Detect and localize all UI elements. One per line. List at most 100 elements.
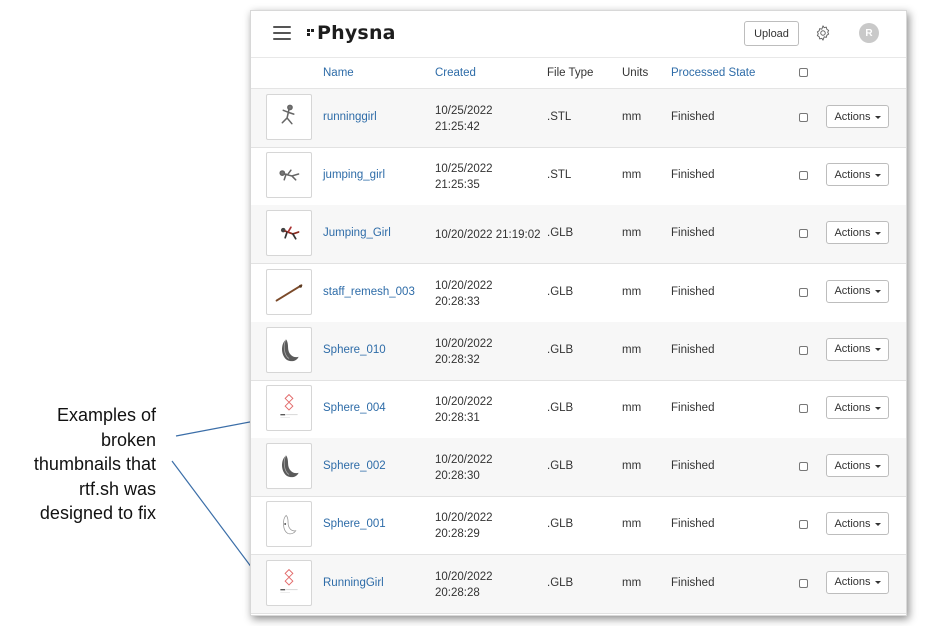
arrow-to-runninggirl: [171, 460, 262, 581]
row-checkbox[interactable]: [799, 520, 808, 530]
processed-state: Finished: [671, 518, 715, 531]
row-checkbox[interactable]: [799, 287, 808, 297]
model-name-link[interactable]: jumping_girl: [323, 169, 385, 181]
created-time: 20:28:32: [435, 353, 480, 366]
brand-name: Physna: [317, 22, 396, 44]
units: mm: [622, 111, 642, 123]
actions-label: Actions: [834, 576, 871, 589]
model-name-link[interactable]: RunningGirl: [323, 577, 384, 589]
actions-label: Actions: [834, 168, 871, 181]
table-row: jumping_girl 10/25/2022 21:25:35 .STL mm Fini…: [251, 147, 906, 207]
model-name-link[interactable]: Sphere_002: [323, 460, 386, 472]
created-timestamp: 10/20/2022 21:19:02: [435, 227, 541, 243]
created-time: 20:28:29: [435, 528, 480, 541]
annotation-line: thumbnails that: [33, 454, 156, 474]
actions-label: Actions: [834, 285, 871, 298]
actions-label: Actions: [834, 459, 871, 472]
model-name-link[interactable]: runninggirl: [323, 111, 377, 123]
physna-logo[interactable]: Physna: [307, 20, 396, 46]
units: mm: [622, 402, 642, 414]
actions-dropdown-button[interactable]: Actions: [826, 163, 889, 187]
user-avatar[interactable]: R: [859, 23, 879, 43]
column-header-processed-state[interactable]: Processed State: [671, 67, 755, 79]
model-name-link[interactable]: Jumping_Girl: [323, 227, 391, 239]
processed-state: Finished: [671, 460, 715, 473]
annotation-callout: Examples of broken thumbnails that rtf.s…: [0, 403, 156, 526]
created-timestamp: 10/20/2022 20:28:29: [435, 510, 493, 542]
actions-dropdown-button[interactable]: Actions: [826, 570, 889, 594]
actions-dropdown-button[interactable]: Actions: [826, 221, 889, 245]
row-checkbox[interactable]: [799, 113, 808, 122]
model-name-link[interactable]: Sphere_001: [323, 518, 386, 530]
column-header-file-type: File Type: [547, 67, 594, 79]
column-header-name[interactable]: Name: [323, 67, 354, 79]
table-row: staff_remesh_003 10/20/2022 20:28:33 .GLB mm…: [251, 264, 906, 323]
units: mm: [622, 460, 642, 473]
row-checkbox[interactable]: [799, 171, 808, 181]
actions-dropdown-button[interactable]: Actions: [826, 512, 889, 536]
table-row: Sphere_002 10/20/2022 20:28:30 .GLB mm Finish…: [251, 438, 906, 498]
annotation-line: Examples of: [56, 405, 156, 425]
annotation-line: broken: [100, 429, 156, 450]
upload-button[interactable]: Upload: [744, 21, 799, 46]
file-type: .STL: [547, 169, 572, 182]
actions-label: Actions: [834, 401, 871, 414]
hamburger-menu-icon[interactable]: [273, 26, 291, 40]
units: mm: [622, 169, 642, 182]
select-all-checkbox[interactable]: [799, 68, 808, 77]
model-name-link[interactable]: Sphere_004: [323, 402, 386, 414]
caret-down-icon: [874, 290, 881, 294]
created-time: 21:25:42: [435, 121, 480, 133]
actions-dropdown-button[interactable]: Actions: [826, 396, 889, 419]
actions-dropdown-button[interactable]: Actions: [826, 454, 889, 478]
sphere-thumbnail[interactable]: [266, 501, 312, 548]
file-type: .GLB: [547, 576, 574, 589]
row-checkbox[interactable]: [799, 578, 808, 588]
created-date: 10/20/2022: [435, 454, 493, 467]
table-row: Sphere_004 10/20/2022 20:28:31 .GLB mm Finish…: [251, 380, 906, 439]
processed-state: Finished: [671, 285, 715, 298]
units: mm: [622, 285, 642, 298]
model-name-link[interactable]: Sphere_010: [323, 344, 386, 356]
caret-down-icon: [874, 406, 881, 410]
sphere-thumbnail[interactable]: [266, 443, 312, 490]
annotation-line: rtf.sh was: [78, 478, 156, 499]
row-checkbox[interactable]: [799, 229, 808, 239]
broken-thumbnail[interactable]: [266, 385, 312, 431]
table-row: Sphere_001 10/20/2022 20:28:29 .GLB mm Finish…: [251, 496, 906, 556]
processed-state: Finished: [671, 576, 715, 589]
jumping-figure-thumbnail[interactable]: [266, 152, 312, 199]
file-type: .GLB: [547, 402, 574, 414]
created-timestamp: 10/25/2022 21:25:35: [435, 161, 493, 193]
sphere-thumbnail[interactable]: [266, 326, 312, 373]
created-time: 20:28:28: [435, 586, 480, 599]
gear-icon[interactable]: [814, 24, 832, 42]
caret-down-icon: [874, 464, 881, 468]
staff-thumbnail[interactable]: [266, 268, 312, 315]
jumping-figure-thumbnail[interactable]: [266, 210, 312, 257]
actions-dropdown-button[interactable]: Actions: [826, 337, 889, 361]
column-header-created[interactable]: Created: [435, 67, 476, 79]
column-header-units: Units: [622, 67, 649, 79]
logo-mark-icon: [307, 28, 316, 38]
processed-state: Finished: [671, 111, 715, 123]
table-row: RunningGirl 10/20/2022 20:28:28 .GLB mm Finis…: [251, 554, 906, 614]
units: mm: [622, 518, 642, 531]
created-date: 10/20/2022: [435, 570, 493, 583]
actions-dropdown-button[interactable]: Actions: [826, 279, 889, 303]
created-date: 10/20/2022: [435, 337, 493, 350]
model-name-link[interactable]: staff_remesh_003: [323, 286, 415, 298]
annotation-line: designed to fix: [39, 503, 156, 523]
caret-down-icon: [874, 231, 881, 235]
row-checkbox[interactable]: [799, 404, 808, 413]
caret-down-icon: [874, 173, 881, 177]
caret-down-icon: [874, 348, 881, 352]
row-checkbox[interactable]: [799, 345, 808, 355]
actions-dropdown-button[interactable]: Actions: [826, 105, 889, 128]
row-checkbox[interactable]: [799, 462, 808, 472]
running-figure-thumbnail[interactable]: [266, 94, 312, 140]
file-type: .GLB: [547, 460, 574, 473]
table-row: Jumping_Girl 10/20/2022 21:19:02 .GLB mm Fin…: [251, 205, 906, 265]
broken-thumbnail[interactable]: [266, 559, 312, 606]
created-date: 10/20/2022: [435, 279, 493, 292]
